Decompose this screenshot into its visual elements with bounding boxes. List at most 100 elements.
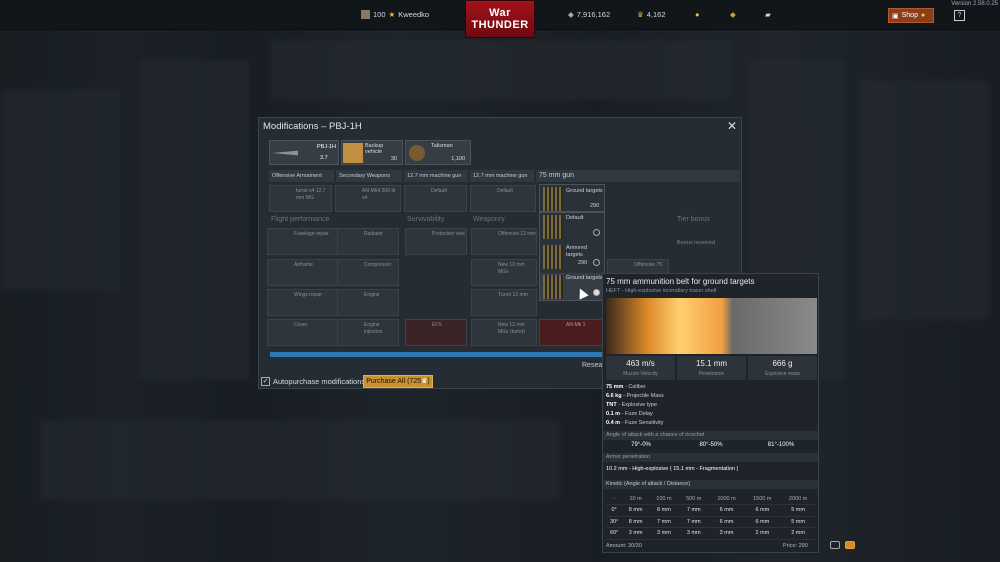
radio-selected-icon — [593, 289, 600, 296]
backup-label: Backup vehicle — [365, 143, 384, 155]
mod-airframe[interactable]: Airframe — [267, 259, 339, 286]
kinetic-header: Kinetic (Angle of attack / Distance) — [603, 480, 818, 489]
close-icon[interactable]: ✕ — [727, 119, 737, 133]
eagle-icon: ♛ — [637, 10, 644, 19]
talisman-icon — [409, 145, 425, 161]
slot-turret[interactable]: turret x4 12.7 mm MG — [269, 185, 332, 212]
tab-75mm-gun[interactable]: 75 mm gun — [536, 170, 740, 182]
vehicle-br: 3.7 — [320, 155, 328, 161]
spec-caliber: 75 mm - Caliber — [606, 384, 646, 390]
mod-engine-injection[interactable]: Engine injection — [337, 319, 399, 346]
armor-line: 10.2 mm - High-explosive ( 15.1 mm - Fra… — [606, 466, 739, 472]
autopurchase-toggle[interactable]: ✓ Autopurchase modifications — [261, 377, 365, 386]
vehicle-name: PBJ-1H — [317, 144, 336, 150]
spec-fuze-delay: 0.1 m - Fuze Delay — [606, 411, 653, 417]
shop-icon: ▣ — [892, 12, 899, 20]
tab-secondary-weapons[interactable]: Secondary Weapons — [336, 170, 402, 182]
weapon-tabs: Offensive Armament Secondary Weapons 12.… — [269, 170, 740, 182]
golden-eagles: ♛ 4,162 — [637, 10, 666, 19]
mod-turret-12mm[interactable]: Turret 12 mm — [471, 289, 537, 316]
checkbox-icon[interactable]: ✓ — [261, 377, 270, 386]
backup-icon — [343, 143, 363, 163]
star-icon: ★ — [388, 10, 396, 19]
lightbulb-icon[interactable]: ● — [695, 10, 700, 19]
price-label: Price: 290 — [783, 543, 808, 549]
mod-protective-vest[interactable]: Protective vest — [405, 228, 467, 255]
autopurchase-label: Autopurchase modifications — [273, 377, 366, 386]
tab-mg-2[interactable]: 12.7 mm machine gun — [470, 170, 534, 182]
purchase-all-button[interactable]: Purchase All (725♛) — [363, 375, 433, 388]
mail-icon[interactable] — [845, 541, 855, 549]
penetration-table: -10 m 100 m 500 m 1000 m 1500 m 2000 m 0° 8 mm… — [606, 493, 816, 540]
mod-radiator[interactable]: Radiator — [337, 228, 399, 255]
eagles-value: 100 — [373, 10, 386, 19]
mod-offensive-12mm[interactable]: Offensive 12 mm — [471, 228, 537, 255]
spec-fuze-sensitivity: 0.4 m - Fuze Sensitivity — [606, 420, 664, 426]
mod-engine[interactable]: Engine — [337, 289, 399, 316]
explosion-image — [606, 298, 817, 354]
ammo-dropdown: Default Armored targets 290 Ground target… — [539, 212, 605, 301]
backup-count: 30 — [390, 156, 397, 162]
stat-explosive-mass: 666 g Explosive mass — [748, 356, 817, 380]
research-progress-bar — [270, 352, 604, 357]
spec-explosive-type: TNT - Explosive type — [606, 402, 658, 408]
mod-compressor[interactable]: Compressor — [337, 259, 399, 286]
shop-button[interactable]: ▣ Shop ● — [888, 8, 934, 23]
tier-bonus-status: Bonus received — [677, 240, 715, 246]
talisman-label: Talisman — [431, 143, 453, 149]
mod-wings-repair[interactable]: Wings repair — [267, 289, 339, 316]
mod-an-mk1[interactable]: AN-Mk 1 — [539, 319, 603, 346]
top-bar: Version 2.58.0.25 100 ★ Kweedko War THUND… — [0, 0, 1000, 38]
tooltip-title: 75 mm ammunition belt for ground targets — [606, 277, 755, 286]
ricochet-2: 81°-100% — [767, 442, 795, 448]
mod-new-12mm-mgs-turret[interactable]: New 12 mm MGs (turret) — [471, 319, 537, 346]
chat-icon[interactable] — [830, 541, 840, 549]
slot-bombs[interactable]: AN-M64 500 lb x4 — [335, 185, 401, 212]
ricochet-0: 79°-0% — [631, 442, 651, 448]
ammo-icon — [543, 187, 563, 211]
premium-icon[interactable]: ◆ — [730, 10, 736, 19]
slot-mg-default-1[interactable]: Default — [404, 185, 467, 212]
help-button[interactable]: ? — [954, 10, 965, 21]
mod-fuselage-repair[interactable]: Fuselage repair — [267, 228, 339, 255]
talisman-card[interactable]: Talisman 1,100 — [405, 140, 471, 165]
silver-lions: ◆ 7,916,162 — [568, 10, 611, 19]
section-weaponry: Weaponry — [473, 216, 505, 223]
radio-icon — [593, 259, 600, 266]
ammo-tooltip: 75 mm ammunition belt for ground targets… — [602, 273, 819, 553]
ammo-option-default[interactable]: Default — [540, 213, 604, 240]
ricochet-header: Angle of attack with a chance of ricoche… — [603, 431, 818, 440]
tab-mg-1[interactable]: 12.7 mm machine gun — [404, 170, 468, 182]
aircraft-icon — [272, 150, 298, 156]
backup-vehicle-card[interactable]: Backup vehicle 30 — [341, 140, 403, 165]
profile[interactable]: 100 ★ Kweedko — [361, 10, 429, 19]
section-flight-performance: Flight performance — [271, 216, 330, 223]
radio-icon — [593, 229, 600, 236]
username[interactable]: Kweedko — [398, 10, 429, 19]
ammo-option-ground[interactable]: Ground targets — [540, 273, 604, 300]
mod-new-12mm-mgs[interactable]: New 12 mm MGs — [471, 259, 537, 286]
spec-projectile-mass: 6.6 kg - Projectile Mass — [606, 393, 664, 399]
bottom-right-icons — [830, 541, 855, 549]
mod-efs[interactable]: EFS — [405, 319, 467, 346]
section-tier-bonus: Tier bonus — [677, 216, 710, 223]
game-logo: War THUNDER — [465, 0, 535, 38]
vehicle-card[interactable]: PBJ-1H 3.7 — [269, 140, 339, 165]
talisman-cost: 1,100 — [451, 156, 465, 162]
ammo-selected-label: Ground targets — [566, 188, 603, 194]
stat-penetration: 15.1 mm Penetration — [677, 356, 746, 380]
tooltip-subtitle: HEFT - High-explosive incendiary tracer … — [606, 288, 717, 294]
stat-muzzle-velocity: 463 m/s Muzzle Velocity — [606, 356, 675, 380]
coupon-icon[interactable]: ▰ — [765, 10, 771, 19]
slot-mg-default-2[interactable]: Default — [470, 185, 536, 212]
ammo-selected[interactable]: Ground targets 290 — [539, 184, 605, 212]
avatar[interactable] — [361, 10, 370, 19]
tab-offensive-armament[interactable]: Offensive Armament — [269, 170, 334, 182]
mod-cover[interactable]: Cover — [267, 319, 339, 346]
amount-label: Amount: 30/30 — [606, 543, 642, 549]
eagle-icon: ♛ — [421, 378, 428, 385]
silver-icon: ◆ — [568, 10, 574, 19]
window-title: Modifications – PBJ-1H — [263, 121, 362, 132]
ammo-option-armored[interactable]: Armored targets 290 — [540, 243, 604, 270]
ricochet-1: 80°-50% — [699, 442, 723, 448]
